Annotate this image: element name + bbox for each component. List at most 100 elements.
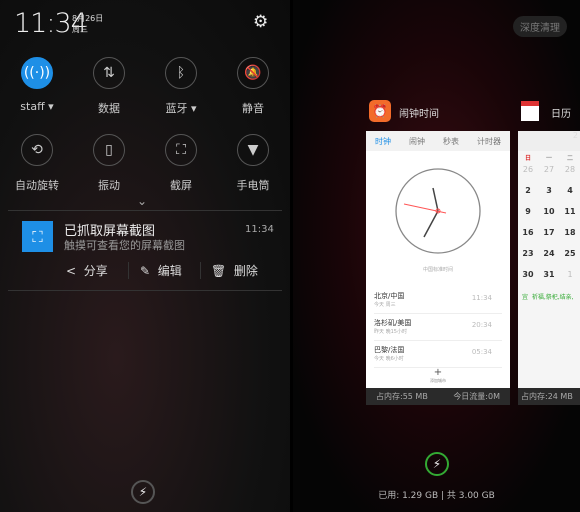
tile-screenshot[interactable]: ⛶ 截屏 <box>146 134 216 193</box>
tile-vibrate[interactable]: ▯ 振动 <box>74 134 144 193</box>
notification-time: 11:34 <box>245 224 274 235</box>
clean-icon[interactable]: ⚡ <box>131 480 155 504</box>
notification-shade: 11:34 8月26日周三 ⚙ ((·)) staff ▾ ⇅ 数据 ᛒ 蓝牙 ▾ 🔕 静音 ⟲… <box>0 0 290 512</box>
data-icon: ⇅ <box>93 57 125 89</box>
clock-tabs: 时钟 闹钟 秒表 计时器 <box>366 131 510 151</box>
calendar-day[interactable]: 3 <box>539 186 559 195</box>
weekday-header: 日 <box>524 155 531 162</box>
city-time: 11:34 <box>471 294 492 302</box>
wifi-icon: ((·)) <box>21 57 53 89</box>
calendar-app-card[interactable]: 2 日一二 26 27 28 2 3 4 9 10 11 16 17 18 23 24 25 30 31 1 宜 祈… <box>518 131 580 405</box>
city-row[interactable]: 巴黎/法国今天 晚6小时 05:34 <box>374 342 502 368</box>
bluetooth-icon: ᛒ <box>165 57 197 89</box>
divider <box>8 290 282 291</box>
screenshot-notification-icon: ⛶ <box>22 221 53 252</box>
city-time: 20:34 <box>471 321 492 329</box>
tile-label: 振动 <box>98 179 120 192</box>
share-label: 分享 <box>83 264 108 278</box>
tab-stopwatch[interactable]: 秒表 <box>443 136 459 147</box>
weekday: 周三 <box>72 25 88 34</box>
expand-chevron-icon[interactable]: ⌄ <box>137 194 147 208</box>
calendar-day[interactable]: 4 <box>560 186 580 195</box>
traffic-usage: 今日流量:0M <box>453 392 500 401</box>
edit-button[interactable]: ✎ 编辑 <box>140 262 182 279</box>
calendar-day[interactable]: 9 <box>518 207 538 216</box>
analog-clock <box>395 168 481 254</box>
tile-flashlight[interactable]: ▼ 手电筒 <box>218 134 288 193</box>
calendar-day[interactable]: 17 <box>539 228 559 237</box>
clock-card-footer: 占内存:55 MB 今日流量:0M <box>366 388 510 405</box>
tile-rotate-lock[interactable]: ⟲ 自动旋转 <box>2 134 72 193</box>
delete-label: 删除 <box>233 264 258 278</box>
tile-label: 数据 <box>98 102 120 115</box>
date-text: 8月26日 <box>72 14 104 23</box>
flashlight-icon: ▼ <box>237 134 269 166</box>
tile-label: 截屏 <box>170 179 192 192</box>
calendar-day[interactable]: 27 <box>539 165 559 174</box>
alarm-clock-icon: ⏰ <box>369 100 391 122</box>
edit-label: 编辑 <box>157 264 182 278</box>
tile-mute-bell[interactable]: 🔕 静音 <box>218 57 288 116</box>
city-sub: 昨天 晚15小时 <box>374 329 407 335</box>
recent-apps: 深度清理 ⏰ 闹钟时间 时钟 闹钟 秒表 计时器 中国标准时间 北京/中国 今天 … <box>293 0 580 512</box>
calendar-icon <box>521 101 539 121</box>
mute-bell-icon: 🔕 <box>237 57 269 89</box>
calendar-day[interactable]: 30 <box>518 270 538 279</box>
tile-label: 蓝牙 ▾ <box>165 102 197 115</box>
rotate-lock-icon: ⟲ <box>21 134 53 166</box>
pencil-icon: ✎ <box>140 264 151 278</box>
calendar-day[interactable]: 2 <box>518 186 538 195</box>
weekday-header: 二 <box>566 155 573 162</box>
calendar-day[interactable]: 28 <box>560 165 580 174</box>
tile-label: 静音 <box>242 102 264 115</box>
city-name: 北京/中国 <box>374 292 405 300</box>
tab-timer[interactable]: 计时器 <box>477 136 501 147</box>
tile-wifi[interactable]: ((·)) staff ▾ <box>2 57 72 113</box>
deep-clean-button[interactable]: 深度清理 <box>513 16 567 37</box>
city-name: 巴黎/法国 <box>374 346 405 354</box>
add-city-label: 添加城市 <box>430 378 446 383</box>
clean-all-button[interactable]: ⚡ <box>425 452 449 476</box>
weekday-header: 一 <box>545 155 552 162</box>
city-row[interactable]: 洛杉矶/美国 昨天 晚15小时 20:34 <box>374 315 502 341</box>
delete-button[interactable]: 🗑 删除 <box>211 262 258 279</box>
notification-subtitle: 触摸可查看您的屏幕截图 <box>64 239 185 252</box>
divider <box>8 210 282 211</box>
trash-icon: 🗑 <box>211 264 227 278</box>
calendar-day[interactable]: 26 <box>518 165 538 174</box>
calendar-day[interactable]: 25 <box>560 249 580 258</box>
tab-clock[interactable]: 时钟 <box>375 136 391 147</box>
clock-app-title: 闹钟时间 <box>399 109 439 120</box>
calendar-app-title: 日历 <box>551 109 571 120</box>
city-sub: 今天 晚6小时 <box>374 356 404 362</box>
add-city-button[interactable]: + 添加城市 <box>366 367 510 384</box>
tile-bluetooth[interactable]: ᛒ 蓝牙 ▾ <box>146 57 216 116</box>
settings-gear-icon[interactable]: ⚙ <box>253 12 268 32</box>
memory-usage: 占内存:24 MB <box>521 392 573 401</box>
screenshot-icon: ⛶ <box>165 134 197 166</box>
tab-alarm[interactable]: 闹钟 <box>409 136 425 147</box>
clock-app-card[interactable]: 时钟 闹钟 秒表 计时器 中国标准时间 北京/中国 今天 周三 11:34 洛杉矶/美… <box>366 131 510 405</box>
broom-icon: ⚡ <box>432 457 442 471</box>
city-time: 05:34 <box>471 348 492 356</box>
yi: 宜 <box>522 294 529 301</box>
vibrate-icon: ▯ <box>93 134 125 166</box>
share-button[interactable]: < 分享 <box>66 262 108 279</box>
memory-summary: 已用: 1.29 GB | 共 3.00 GB <box>378 491 495 501</box>
calendar-day[interactable]: 31 <box>539 270 559 279</box>
tile-data[interactable]: ⇅ 数据 <box>74 57 144 116</box>
calendar-day[interactable]: 24 <box>539 249 559 258</box>
tile-label: 自动旋转 <box>15 179 59 192</box>
calendar-day[interactable]: 11 <box>560 207 580 216</box>
calendar-day[interactable]: 10 <box>539 207 559 216</box>
calendar-day[interactable]: 23 <box>518 249 538 258</box>
calendar-header: 2 <box>518 131 580 151</box>
city-row[interactable]: 北京/中国今天 周三 11:34 <box>374 288 502 314</box>
calendar-day[interactable]: 16 <box>518 228 538 237</box>
memory-usage: 占内存:55 MB <box>376 392 428 401</box>
divider <box>200 262 201 279</box>
calendar-day[interactable]: 1 <box>560 270 580 279</box>
yi-text: 祈福,祭祀,结亲, <box>531 294 574 301</box>
city-sub: 今天 周三 <box>374 302 396 308</box>
calendar-day[interactable]: 18 <box>560 228 580 237</box>
